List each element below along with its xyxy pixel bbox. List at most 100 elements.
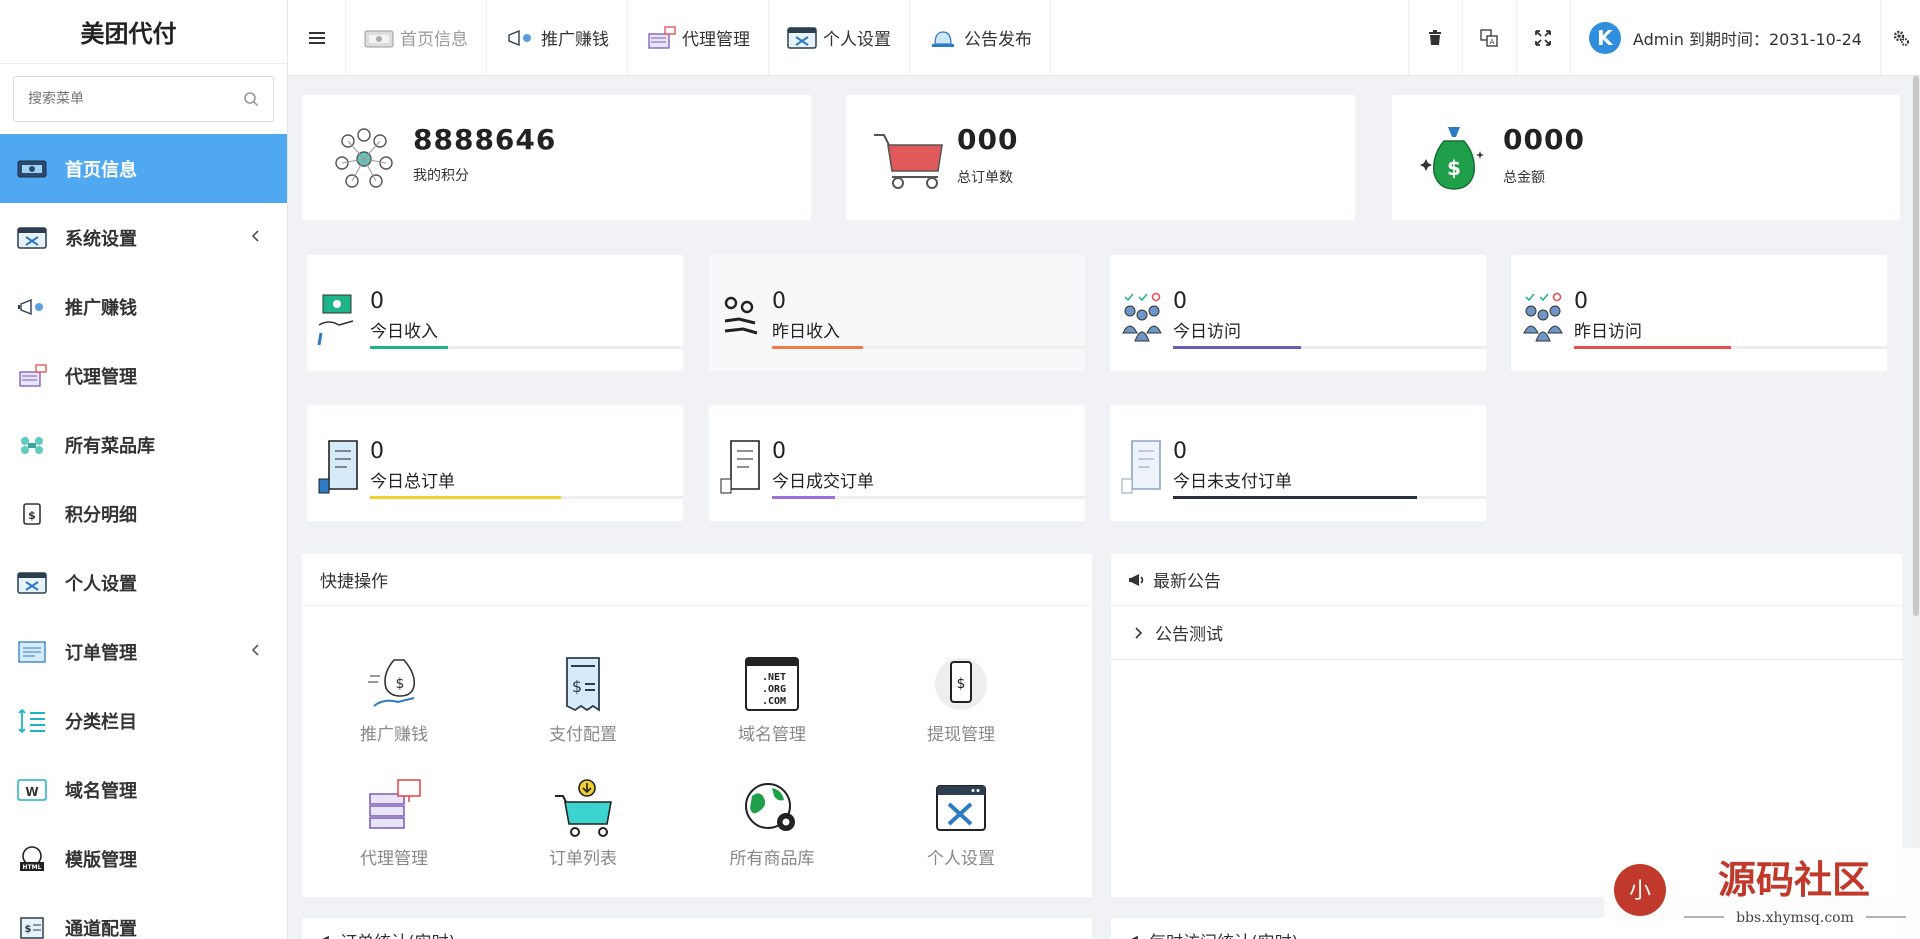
progress-track — [370, 346, 683, 349]
quick-action-all-products[interactable]: 所有商品库 — [692, 778, 852, 869]
sidebar-item-label: 分类栏目 — [65, 711, 137, 733]
money-hand-icon: $ — [368, 659, 416, 707]
tab-promotion[interactable]: 推广赚钱 — [487, 0, 628, 75]
user-expiry-text: Admin 到期时间：2031-10-24 — [1632, 29, 1862, 49]
bullhorn-icon — [321, 935, 329, 939]
tab-label: 推广赚钱 — [541, 30, 609, 50]
top-right-tools: A K Admin 到期时间：2031-10-24 — [1407, 0, 1920, 75]
svg-text:$: $ — [28, 509, 36, 522]
svg-text:.ORG: .ORG — [762, 684, 786, 695]
shopping-cart-icon — [874, 134, 943, 189]
domain-icon: W — [16, 776, 48, 804]
phone-dollar-icon: $ — [935, 658, 987, 710]
points-label: 我的积分 — [413, 168, 469, 184]
svg-text:$: $ — [572, 677, 582, 696]
quick-action-personal-settings[interactable]: 个人设置 — [881, 778, 1041, 869]
notice-panel: 最新公告 公告测试 — [1111, 554, 1902, 897]
search-icon[interactable] — [243, 91, 259, 107]
sidebar-item-label: 首页信息 — [65, 159, 137, 181]
fullscreen-button[interactable] — [1515, 0, 1570, 75]
total-orders-label: 总订单数 — [957, 170, 1013, 186]
bullhorn-icon — [1129, 573, 1144, 586]
tab-label: 代理管理 — [682, 30, 750, 50]
sidebar-item-channel[interactable]: $ 通道配置 — [0, 893, 287, 939]
quick-actions-panel: 快捷操作 $ 推广赚钱 $ 支付配置 .NET .ORG .COM 域名管理 $ 提… — [302, 554, 1092, 897]
sidebar-item-label: 订单管理 — [65, 642, 137, 664]
quick-action-domain[interactable]: .NET .ORG .COM 域名管理 — [692, 654, 852, 745]
progress-track — [1574, 346, 1887, 349]
sidebar-item-template[interactable]: HTML 模版管理 — [0, 824, 287, 893]
translate-button[interactable]: A — [1461, 0, 1516, 75]
tab-announcement[interactable]: 公告发布 — [910, 0, 1051, 75]
cart-download-icon — [555, 779, 612, 837]
total-orders-value: 000 — [957, 123, 1019, 156]
quick-action-payment-config[interactable]: $ 支付配置 — [503, 654, 663, 745]
progress-fill — [772, 346, 863, 349]
tab-personal-settings[interactable]: 个人设置 — [769, 0, 910, 75]
sidebar-item-points[interactable]: $ 积分明细 — [0, 479, 287, 548]
menu-search-box — [13, 76, 274, 122]
stat-label: 今日未支付订单 — [1173, 472, 1292, 492]
progress-track — [1173, 496, 1486, 499]
order-doc-icon — [318, 440, 358, 494]
stat-today-completed-orders: 0 今日成交订单 — [709, 405, 1085, 521]
stat-today-unpaid-orders: 0 今日未支付订单 — [1110, 405, 1486, 521]
theme-settings-button[interactable] — [1880, 0, 1920, 75]
globe-gear-icon — [745, 783, 795, 831]
visitors-icon — [1523, 292, 1563, 342]
quick-action-withdraw[interactable]: $ 提现管理 — [881, 654, 1041, 745]
stat-card-points: 8888646 我的积分 — [302, 95, 811, 220]
menu-search — [0, 64, 287, 134]
sidebar-item-domain[interactable]: W 域名管理 — [0, 755, 287, 824]
stat-today-income: 0 今日收入 — [307, 255, 683, 371]
sidebar-item-promotion[interactable]: 推广赚钱 — [0, 272, 287, 341]
sidebar-item-label: 模版管理 — [65, 849, 137, 871]
watermark: 小 源码社区 bbs.xhymsq.com — [1604, 848, 1920, 939]
sidebar-item-system-settings[interactable]: 系统设置 — [0, 203, 287, 272]
stat-value: 0 — [772, 289, 786, 314]
sidebar-item-personal-settings[interactable]: 个人设置 — [0, 548, 287, 617]
quick-action-label: 支付配置 — [549, 725, 617, 745]
stat-label: 昨日访问 — [1574, 322, 1642, 342]
hourly-visits-title: 每时访问统计(实时) — [1149, 928, 1298, 939]
tab-label: 公告发布 — [964, 30, 1032, 50]
page-scrollbar-thumb[interactable] — [1913, 76, 1919, 616]
quick-actions-title: 快捷操作 — [302, 554, 1092, 606]
bell-icon — [932, 30, 954, 47]
progress-track — [772, 346, 1085, 349]
agent-icon — [648, 25, 676, 49]
clear-cache-button[interactable] — [1407, 0, 1462, 75]
stat-label: 今日收入 — [370, 322, 438, 342]
sidebar-item-dish-library[interactable]: 所有菜品库 — [0, 410, 287, 479]
svg-text:W: W — [25, 785, 38, 799]
points-value: 8888646 — [413, 123, 557, 156]
notice-header: 最新公告 — [1111, 554, 1902, 606]
quick-action-order-list[interactable]: 订单列表 — [503, 778, 663, 869]
quick-action-agent[interactable]: 代理管理 — [314, 778, 474, 869]
stat-value: 0 — [1574, 289, 1588, 314]
svg-text:.NET: .NET — [762, 672, 786, 683]
sidebar-item-category[interactable]: 分类栏目 — [0, 686, 287, 755]
menu-toggle-button[interactable] — [288, 0, 346, 75]
quick-action-promotion[interactable]: $ 推广赚钱 — [314, 654, 474, 745]
sidebar-item-label: 代理管理 — [65, 366, 137, 388]
stat-label: 今日总订单 — [370, 472, 455, 492]
notice-item[interactable]: 公告测试 — [1111, 606, 1902, 660]
sidebar-item-agent[interactable]: 代理管理 — [0, 341, 287, 410]
tab-agent[interactable]: 代理管理 — [628, 0, 769, 75]
menu-search-input[interactable] — [14, 77, 273, 121]
agent-icon — [16, 362, 48, 390]
quick-action-label: 代理管理 — [360, 849, 428, 869]
svg-text:$: $ — [1447, 156, 1461, 180]
megaphone-icon — [508, 29, 531, 46]
bullhorn-icon — [1130, 935, 1138, 939]
stat-value: 0 — [370, 289, 384, 314]
stat-yesterday-visits: 0 昨日访问 — [1511, 255, 1887, 371]
sidebar-item-label: 推广赚钱 — [65, 297, 137, 319]
user-info[interactable]: K Admin 到期时间：2031-10-24 — [1569, 0, 1880, 75]
stat-card-total-orders: 000 总订单数 — [846, 95, 1355, 220]
sidebar-item-dashboard[interactable]: 首页信息 — [0, 134, 287, 203]
tab-dashboard[interactable]: 首页信息 — [346, 0, 487, 75]
sidebar-item-label: 系统设置 — [65, 228, 137, 250]
sidebar-item-orders[interactable]: 订单管理 — [0, 617, 287, 686]
